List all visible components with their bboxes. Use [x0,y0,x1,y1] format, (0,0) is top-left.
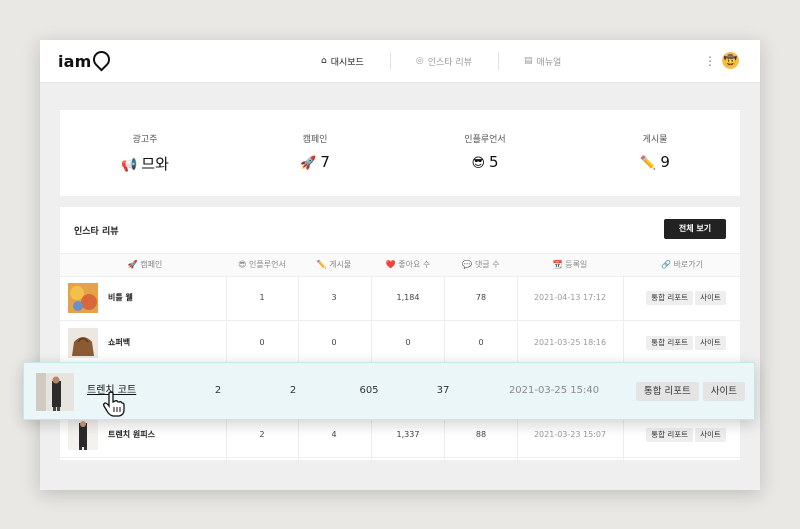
post-count: 0 [331,338,337,347]
site-button[interactable]: 사이트 [695,291,726,305]
post-count: 3 [331,293,337,302]
table-header: 🚀 캠페인 😎 인플루언서 ✏️ 게시물 ❤️ 좋아요 수 💬 댓글 수 📆 등… [60,253,740,277]
report-button[interactable]: 통합 리포트 [646,336,694,350]
influencer-count: 0 [259,338,265,347]
comment-count: 78 [475,293,487,302]
campaign-name[interactable]: 비틀 웰 [108,276,133,320]
registered-date: 2021-03-25 18:16 [533,338,607,347]
header-campaign: 🚀 캠페인 [127,260,163,269]
campaign-thumbnail [68,328,98,358]
site-button[interactable]: 사이트 [702,381,745,401]
document-icon: ▤ [523,56,533,66]
header-influencer: 😎 인플루언서 [238,260,286,269]
campaign-thumbnail [36,373,74,411]
rocket-icon: 🚀 [127,260,138,269]
registered-date: 2021-03-25 15:40 [508,385,600,396]
speech-bubble-icon: 💬 [462,260,473,269]
tab-dashboard[interactable]: ⌂ 대시보드 [295,40,390,82]
sunglasses-face-icon: 😎 [471,156,485,171]
insta-review-card: 인스타 리뷰 전체 보기 🚀 캠페인 😎 인플루언서 ✏️ 게시물 ❤️ 좋아요… [60,207,740,460]
campaign-name[interactable]: 쇼퍼백 [108,321,130,365]
header-links: 🔗 바로가기 [661,260,703,269]
row-links: 통합 리포트 사이트 [632,276,740,320]
sunglasses-face-icon: 😎 [238,260,247,269]
stat-posts: 게시물 ✏️ 9 [640,135,670,171]
header-posts: ✏️ 게시물 [316,260,352,269]
campaign-thumbnail [68,420,98,450]
more-options-icon[interactable]: ⋮ [704,54,716,68]
heart-icon: ❤️ [385,260,396,269]
row-links: 통합 리포트 사이트 [627,363,754,419]
pencil-icon: ✏️ [640,156,657,171]
location-pin-icon [89,47,114,72]
campaign-thumbnail [68,283,98,313]
report-button[interactable]: 통합 리포트 [646,291,694,305]
home-icon: ⌂ [321,56,327,66]
top-nav: iam ⌂ 대시보드 ◎ 인스타 리뷰 ▤ 매뉴얼 ⋮ 🤠 [40,40,760,83]
link-icon: 🔗 [661,260,671,269]
megaphone-icon: 📢 [121,158,138,173]
tab-manual[interactable]: ▤ 매뉴얼 [497,40,587,82]
card-title: 인스타 리뷰 [74,227,119,237]
table-row-highlighted[interactable]: 트렌치 코트 2 2 605 37 2021-03-25 15:40 통합 리포… [23,362,755,420]
like-count: 605 [359,385,379,396]
stats-panel: 광고주 📢 므와 캠페인 🚀 7 인플루언서 😎 5 게시물 ✏️ 9 [60,110,740,196]
influencer-count: 2 [214,385,222,396]
app-window: iam ⌂ 대시보드 ◎ 인스타 리뷰 ▤ 매뉴얼 ⋮ 🤠 광고주 📢 므와 캠페인 🚀… [40,40,760,490]
avatar[interactable]: 🤠 [722,52,739,69]
header-date: 📆 등록일 [552,260,588,269]
pencil-icon: ✏️ [316,260,327,269]
site-button[interactable]: 사이트 [695,428,726,442]
like-count: 0 [405,338,411,347]
view-all-button[interactable]: 전체 보기 [664,219,726,239]
nav-tabs: ⌂ 대시보드 ◎ 인스타 리뷰 ▤ 매뉴얼 [295,40,587,82]
table-row[interactable]: 비틀 웰 1 3 1,184 78 2021-04-13 17:12 통합 리포… [60,276,740,321]
site-button[interactable]: 사이트 [695,336,726,350]
calendar-icon: 📆 [552,260,563,269]
logo[interactable]: iam [58,47,114,72]
instagram-icon: ◎ [415,56,424,66]
rocket-icon: 🚀 [300,156,317,171]
report-button[interactable]: 통합 리포트 [646,428,694,442]
comment-count: 37 [436,385,450,396]
report-button[interactable]: 통합 리포트 [636,381,699,401]
comment-count: 0 [478,338,484,347]
table-row[interactable]: 쇼퍼백 0 0 0 0 2021-03-25 18:16 통합 리포트 사이트 [60,321,740,366]
header-likes: ❤️ 좋아요 수 [385,260,431,269]
row-links: 통합 리포트 사이트 [632,321,740,365]
tab-insta-review[interactable]: ◎ 인스타 리뷰 [389,40,498,82]
post-count: 2 [289,385,297,396]
stat-influencer: 인플루언서 😎 5 [464,135,506,171]
stat-campaign: 캠페인 🚀 7 [300,135,330,171]
header-comments: 💬 댓글 수 [462,260,500,269]
hand-pointer-cursor-icon [103,391,125,417]
influencer-count: 1 [259,293,265,302]
like-count: 1,184 [396,293,420,302]
registered-date: 2021-04-13 17:12 [533,293,607,302]
stat-advertiser: 광고주 📢 므와 [121,135,169,173]
